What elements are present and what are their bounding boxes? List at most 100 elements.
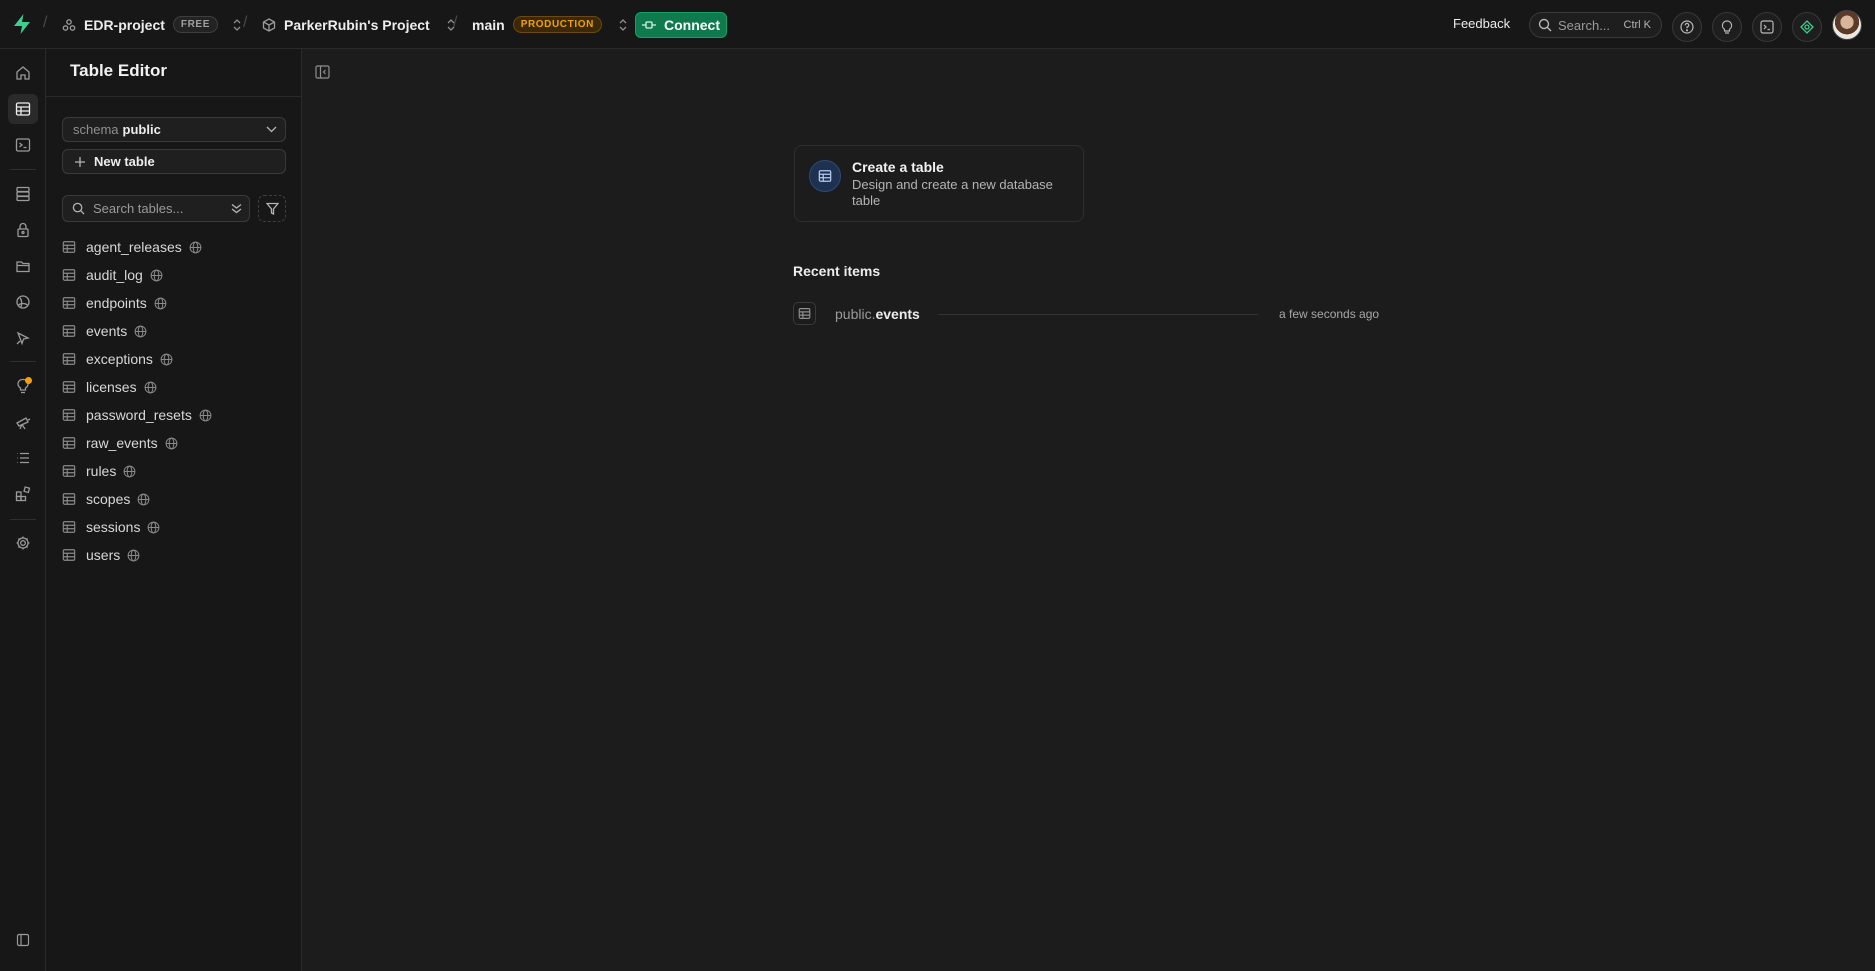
rail-divider — [10, 519, 36, 520]
supabase-logo-icon[interactable] — [12, 13, 32, 35]
schema-label: schema — [73, 122, 119, 137]
globe-icon — [150, 269, 163, 282]
rail-divider — [10, 361, 36, 362]
terminal-button[interactable] — [1752, 12, 1782, 42]
table-icon — [62, 548, 76, 562]
collapse-icon[interactable] — [8, 925, 38, 955]
search-icon — [1538, 18, 1552, 32]
branch-switcher-icon[interactable] — [618, 18, 628, 32]
help-button[interactable] — [1672, 12, 1702, 42]
database-icon[interactable] — [8, 179, 38, 209]
user-avatar[interactable] — [1832, 10, 1862, 40]
globe-icon — [160, 353, 173, 366]
table-name: events — [86, 323, 128, 339]
create-table-description: Design and create a new database table — [852, 177, 1053, 208]
storage-icon[interactable] — [8, 251, 38, 281]
table-list-item[interactable]: sessions — [62, 513, 286, 541]
org-icon — [62, 18, 76, 32]
global-search[interactable]: Search... Ctrl K — [1529, 12, 1662, 38]
table-name: audit_log — [86, 267, 143, 283]
sort-chevrons-icon[interactable] — [231, 203, 242, 214]
connect-label: Connect — [664, 17, 720, 33]
table-editor-icon[interactable] — [8, 94, 38, 124]
recent-item-table: events — [875, 306, 920, 322]
notification-dot — [25, 377, 32, 384]
table-list-item[interactable]: users — [62, 541, 286, 569]
org-switcher-icon[interactable] — [232, 18, 242, 32]
edge-functions-icon[interactable] — [8, 323, 38, 353]
sql-editor-icon[interactable] — [8, 130, 38, 160]
table-icon — [62, 408, 76, 422]
logs-icon[interactable] — [8, 443, 38, 473]
recent-item-divider — [938, 314, 1258, 315]
auth-icon[interactable] — [8, 215, 38, 245]
realtime-icon[interactable] — [8, 287, 38, 317]
help-icon — [1680, 20, 1694, 34]
project-name: ParkerRubin's Project — [284, 16, 430, 33]
table-name: raw_events — [86, 435, 158, 451]
settings-icon[interactable] — [8, 528, 38, 558]
table-list-item[interactable]: exceptions — [62, 345, 286, 373]
globe-icon — [137, 493, 150, 506]
schema-select[interactable]: schema public — [62, 117, 286, 142]
table-list-item[interactable]: endpoints — [62, 289, 286, 317]
table-name: password_resets — [86, 407, 192, 423]
globe-icon — [123, 465, 136, 478]
table-list: agent_releases audit_log endpoints events ex… — [62, 233, 286, 569]
project-breadcrumb[interactable]: ParkerRubin's Project — [262, 0, 456, 49]
globe-icon — [199, 409, 212, 422]
filter-icon — [265, 202, 279, 215]
new-table-button[interactable]: New table — [62, 149, 286, 174]
search-shortcut: Ctrl K — [1623, 19, 1652, 31]
table-list-item[interactable]: password_resets — [62, 401, 286, 429]
home-icon[interactable] — [8, 58, 38, 88]
table-icon — [62, 464, 76, 478]
globe-icon — [134, 325, 147, 338]
search-placeholder: Search... — [1558, 17, 1611, 33]
table-list-item[interactable]: raw_events — [62, 429, 286, 457]
table-icon — [62, 268, 76, 282]
table-list-item[interactable]: events — [62, 317, 286, 345]
table-icon — [62, 492, 76, 506]
table-icon — [62, 436, 76, 450]
advisor-button[interactable] — [1792, 12, 1822, 42]
lightbulb-icon — [1721, 19, 1733, 35]
plug-icon — [642, 19, 656, 31]
feedback-button[interactable]: Feedback — [1453, 16, 1510, 31]
branch-breadcrumb[interactable]: main PRODUCTION — [472, 0, 628, 49]
main-panel: Create a table Design and create a new d… — [302, 49, 1875, 971]
whats-new-button[interactable] — [1712, 12, 1742, 42]
globe-icon — [127, 549, 140, 562]
env-badge: PRODUCTION — [512, 16, 602, 33]
integrations-icon[interactable] — [8, 479, 38, 509]
table-list-item[interactable]: agent_releases — [62, 233, 286, 261]
table-name: sessions — [86, 519, 141, 535]
recent-item[interactable]: public.events a few seconds ago — [793, 302, 1389, 328]
connect-button[interactable]: Connect — [635, 12, 727, 38]
org-breadcrumb[interactable]: EDR-project FREE — [62, 0, 242, 49]
sidebar-toggle-icon[interactable] — [315, 65, 330, 79]
table-list-item[interactable]: audit_log — [62, 261, 286, 289]
table-list-item[interactable]: rules — [62, 457, 286, 485]
top-bar: / EDR-project FREE / ParkerRubin's Proje… — [0, 0, 1875, 49]
filter-button[interactable] — [258, 195, 286, 222]
table-editor-sidebar: Table Editor schema public New table Sea… — [46, 49, 302, 971]
create-table-card[interactable]: Create a table Design and create a new d… — [794, 145, 1084, 222]
table-name: scopes — [86, 491, 131, 507]
project-icon — [262, 17, 276, 32]
advisors-icon[interactable] — [8, 371, 38, 401]
recent-item-schema: public. — [835, 306, 876, 322]
table-icon — [62, 520, 76, 534]
table-icon — [62, 380, 76, 394]
chevron-down-icon — [266, 126, 277, 133]
table-name: licenses — [86, 379, 137, 395]
table-icon — [62, 296, 76, 310]
plus-icon — [75, 156, 85, 167]
search-tables-input[interactable]: Search tables... — [62, 195, 250, 222]
reports-icon[interactable] — [8, 407, 38, 437]
table-list-item[interactable]: licenses — [62, 373, 286, 401]
table-name: agent_releases — [86, 239, 182, 255]
globe-icon — [189, 241, 202, 254]
table-icon — [793, 302, 816, 325]
table-list-item[interactable]: scopes — [62, 485, 286, 513]
